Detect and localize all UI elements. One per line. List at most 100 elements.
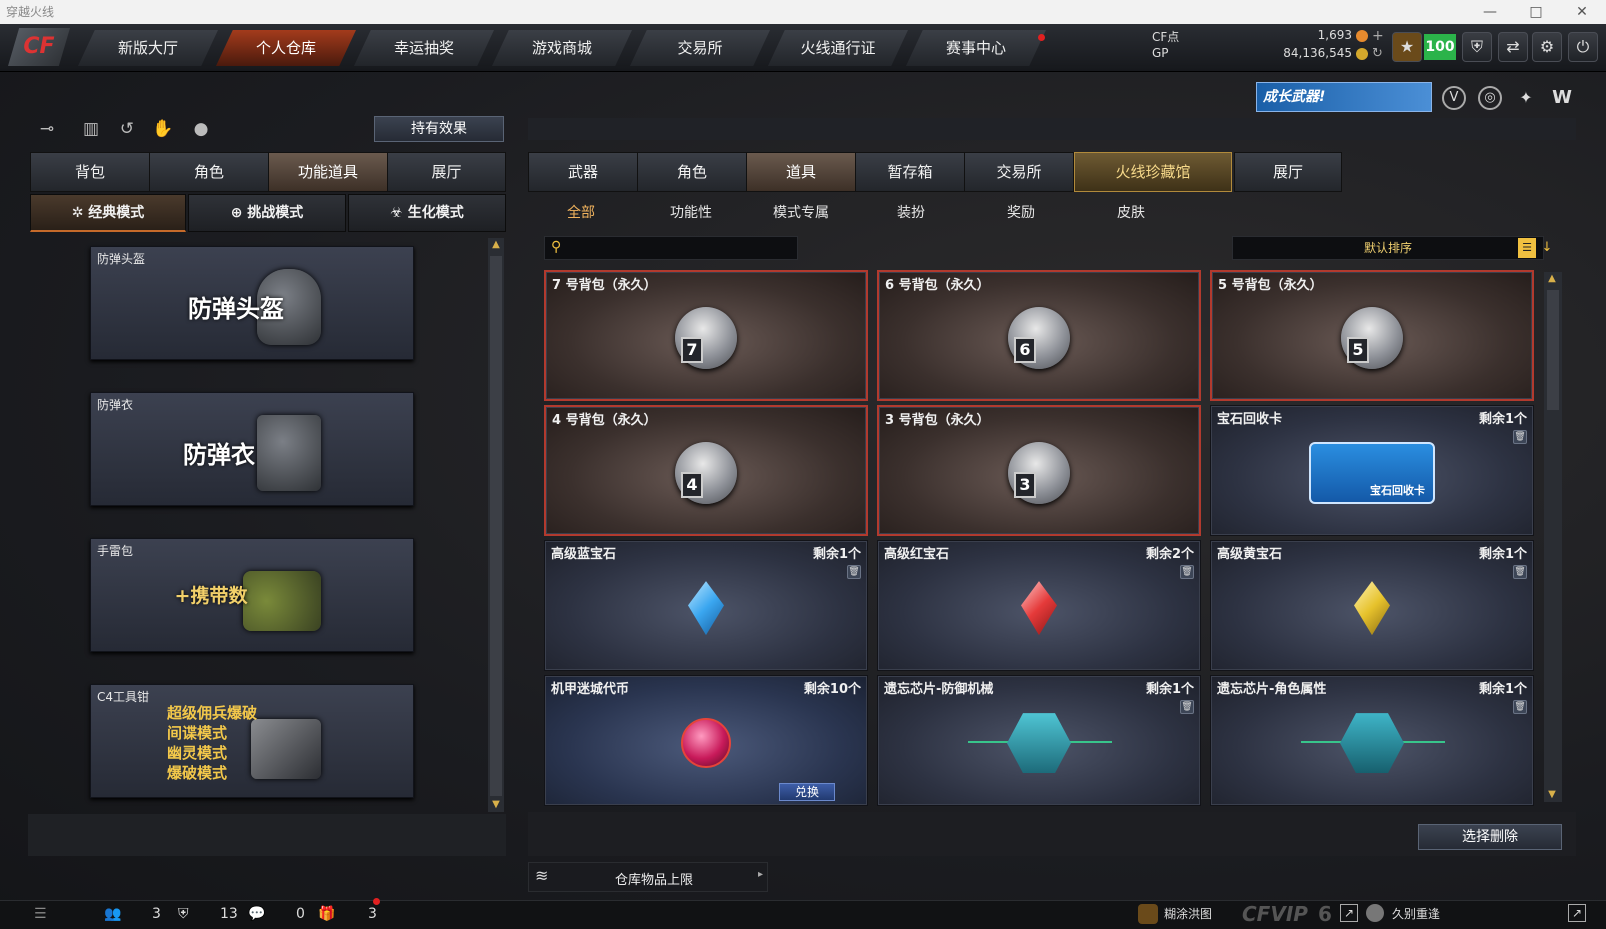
right-tab-hall[interactable]: 展厅 — [1234, 152, 1342, 192]
nav-tab-warehouse[interactable]: 个人仓库 — [216, 30, 356, 66]
inventory-item[interactable]: 宝石回收卡 剩余1个 🗑 宝石回收卡 — [1210, 405, 1534, 536]
globe-icon[interactable]: ◎ — [1478, 86, 1502, 110]
w-badge-icon[interactable]: W — [1550, 86, 1574, 110]
sort-desc-icon[interactable]: ↓ — [1538, 238, 1556, 258]
inventory-item[interactable]: 高级蓝宝石 剩余1个 🗑 — [544, 540, 868, 671]
search-box[interactable]: ⚲ — [544, 236, 798, 260]
challenge-mode-icon: ⊕ — [230, 205, 248, 221]
weapon-icon[interactable]: ✦ — [1514, 86, 1538, 110]
key-icon[interactable]: ⊸ — [34, 116, 60, 142]
clan-shield-icon[interactable]: ⛨ — [178, 904, 189, 924]
capacity-label: 仓库物品上限 — [615, 873, 694, 888]
maximize-button[interactable]: □ — [1516, 0, 1556, 24]
nav-tab-lottery[interactable]: 幸运抽奖 — [354, 30, 494, 66]
redeem-button[interactable]: 兑换 — [779, 783, 835, 801]
menu-list-icon[interactable]: ☰ — [34, 904, 47, 924]
scroll-down-arrow[interactable]: ▼ — [488, 798, 504, 812]
badge-v-icon[interactable]: V — [1442, 86, 1466, 110]
refresh-icon[interactable]: ↻ — [1372, 46, 1383, 61]
capacity-bar[interactable]: ≋ 仓库物品上限 ▸ — [528, 862, 768, 892]
hand-icon[interactable]: ✋ — [150, 116, 176, 142]
external-link-icon[interactable]: ↗ — [1568, 904, 1586, 922]
right-tab-characters[interactable]: 角色 — [637, 152, 747, 192]
item-card-helmet[interactable]: 防弹头盔 防弹头盔 — [90, 246, 414, 360]
inventory-item[interactable]: 遗忘芯片-角色属性 剩余1个 🗑 — [1210, 675, 1534, 806]
rank-badge-icon[interactable]: ★ — [1392, 32, 1422, 62]
gift-icon[interactable]: 🎁 — [318, 904, 335, 924]
subtab-dressup[interactable]: 装扮 — [856, 202, 966, 224]
left-tab-character[interactable]: 角色 — [149, 152, 269, 192]
right-tab-storage[interactable]: 暂存箱 — [855, 152, 965, 192]
inventory-item[interactable]: 4 号背包（永久） 4 — [544, 405, 868, 536]
inventory-item[interactable]: 高级红宝石 剩余2个 🗑 — [877, 540, 1201, 671]
stats-icon[interactable]: ▥ — [78, 116, 104, 142]
hold-effect-button[interactable]: 持有效果 — [374, 116, 504, 142]
mode-tab-challenge[interactable]: ⊕ 挑战模式 — [188, 194, 346, 232]
trash-icon[interactable]: 🗑 — [1180, 700, 1194, 714]
scroll-down-arrow[interactable]: ▼ — [1544, 788, 1560, 802]
trash-icon[interactable]: 🗑 — [1513, 430, 1527, 444]
shield-icon[interactable]: ⛨ — [1462, 32, 1492, 62]
item-card-vest[interactable]: 防弹衣 防弹衣 — [90, 392, 414, 506]
nav-tab-battlepass[interactable]: 火线通行证 — [768, 30, 908, 66]
nav-tab-shop[interactable]: 游戏商城 — [492, 30, 632, 66]
switch-icon[interactable]: ⇄ — [1498, 32, 1528, 62]
chat-icon[interactable]: 💬 — [248, 904, 265, 924]
friend2-avatar[interactable] — [1366, 904, 1384, 922]
trash-icon[interactable]: 🗑 — [847, 565, 861, 579]
inventory-item[interactable]: 5 号背包（永久） 5 — [1210, 270, 1534, 401]
inventory-item[interactable]: 6 号背包（永久） 6 — [877, 270, 1201, 401]
settings-gear-icon[interactable]: ⚙ — [1532, 32, 1562, 62]
add-cf-icon[interactable]: + — [1372, 28, 1384, 44]
scroll-up-arrow[interactable]: ▲ — [1544, 272, 1560, 286]
mode-tab-classic[interactable]: ✲ 经典模式 — [30, 194, 186, 232]
subtab-all[interactable]: 全部 — [526, 202, 636, 224]
nav-tab-lobby[interactable]: 新版大厅 — [78, 30, 218, 66]
right-tab-exchange[interactable]: 交易所 — [964, 152, 1074, 192]
trash-icon[interactable]: 🗑 — [1513, 565, 1527, 579]
inventory-item[interactable]: 机甲迷城代币 剩余10个 兑换 — [544, 675, 868, 806]
item-card-c4-pliers[interactable]: C4工具钳 超级佣兵爆破 间谍模式 幽灵模式 爆破模式 — [90, 684, 414, 798]
card-label: 手雷包 — [97, 544, 134, 558]
minimize-button[interactable]: — — [1470, 0, 1510, 24]
subtab-rewards[interactable]: 奖励 — [966, 202, 1076, 224]
friend-name[interactable]: 糊涂洪图 — [1164, 904, 1212, 924]
friend-avatar[interactable] — [1138, 904, 1158, 924]
scroll-up-arrow[interactable]: ▲ — [488, 238, 504, 252]
sort-dropdown[interactable]: 默认排序 — [1232, 236, 1544, 260]
select-delete-button[interactable]: 选择删除 — [1418, 824, 1562, 850]
nav-tab-market[interactable]: 交易所 — [630, 30, 770, 66]
right-scroll-thumb[interactable] — [1547, 290, 1559, 410]
power-icon[interactable]: ⏻ — [1568, 32, 1598, 62]
inventory-item[interactable]: 高级黄宝石 剩余1个 🗑 — [1210, 540, 1534, 671]
close-button[interactable]: ✕ — [1562, 0, 1602, 24]
subtab-skins[interactable]: 皮肤 — [1076, 202, 1186, 224]
right-scrollbar[interactable]: ▲ ▼ — [1544, 272, 1562, 802]
external-link-icon[interactable]: ↗ — [1340, 904, 1358, 922]
nav-tab-events[interactable]: 赛事中心 — [906, 30, 1046, 66]
promo-banner[interactable]: 成长武器! — [1256, 82, 1432, 112]
friends-icon[interactable]: 👥 — [104, 904, 121, 924]
inventory-item[interactable]: 7 号背包（永久） 7 — [544, 270, 868, 401]
subtab-functional[interactable]: 功能性 — [636, 202, 746, 224]
inventory-item[interactable]: 3 号背包（永久） 3 — [877, 405, 1201, 536]
trash-icon[interactable]: 🗑 — [1513, 700, 1527, 714]
search-input[interactable] — [571, 239, 791, 257]
history-icon[interactable]: ↺ — [114, 116, 140, 142]
right-tab-items[interactable]: 道具 — [746, 152, 856, 192]
right-tab-collection[interactable]: 火线珍藏馆 — [1074, 152, 1232, 192]
inventory-item[interactable]: 遗忘芯片-防御机械 剩余1个 🗑 — [877, 675, 1201, 806]
item-card-grenade-pack[interactable]: 手雷包 +携带数 — [90, 538, 414, 652]
left-tab-functional[interactable]: 功能道具 — [268, 152, 388, 192]
left-tab-hall[interactable]: 展厅 — [387, 152, 506, 192]
grenade-icon[interactable]: ● — [188, 116, 214, 142]
left-tab-backpack[interactable]: 背包 — [30, 152, 150, 192]
mode-tab-biochem[interactable]: ☣ 生化模式 — [348, 194, 506, 232]
list-view-icon[interactable]: ☰ — [1518, 238, 1536, 258]
left-scrollbar[interactable]: ▲ ▼ — [488, 238, 504, 812]
right-tab-weapons[interactable]: 武器 — [528, 152, 638, 192]
trash-icon[interactable]: 🗑 — [1180, 565, 1194, 579]
left-scroll-thumb[interactable] — [490, 256, 502, 796]
subtab-mode-exclusive[interactable]: 模式专属 — [746, 202, 856, 224]
friend2-name[interactable]: 久别重逢 — [1392, 904, 1440, 924]
